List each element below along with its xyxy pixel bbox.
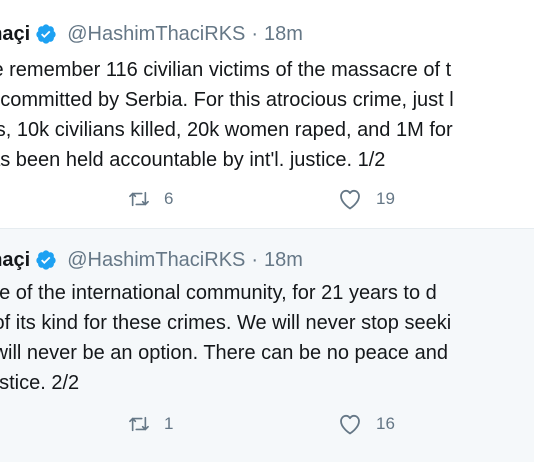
tweet-text-line: y will never be an option. There can be … (0, 342, 448, 364)
author-name[interactable]: Thaçi (0, 249, 30, 272)
tweet-text: we remember 116 civilian victims of the … (0, 55, 534, 175)
author-handle[interactable]: @HashimThaciRKS (67, 249, 245, 272)
tweet-text-line: e, committed by Serbia. For this atrocio… (0, 89, 454, 111)
separator-dot: · (251, 22, 259, 45)
separator-dot: · (251, 248, 259, 271)
heart-icon (338, 188, 362, 210)
retweet-button[interactable]: 6 (128, 189, 173, 209)
tweet-2[interactable]: Thaçi @HashimThaciRKS · 18m nce of the i… (0, 229, 534, 462)
tweet-text: nce of the international community, for … (0, 278, 534, 398)
like-count: 19 (376, 189, 395, 208)
author-name[interactable]: Thaçi (0, 23, 30, 46)
retweet-button[interactable]: 1 (128, 414, 173, 434)
retweet-icon (128, 414, 150, 434)
verified-badge-icon (35, 249, 57, 271)
timestamp[interactable]: 18m (264, 23, 303, 46)
like-button[interactable]: 16 (338, 413, 395, 435)
author-handle[interactable]: @HashimThaciRKS (67, 23, 245, 46)
tweet-text-line: y of its kind for these crimes. We will … (0, 312, 452, 334)
tweet-1[interactable]: Thaçi @HashimThaciRKS · 18m we remember … (0, 0, 534, 229)
retweet-count: 6 (164, 189, 174, 208)
heart-icon (338, 413, 362, 435)
timeline: Thaçi @HashimThaciRKS · 18m we remember … (0, 0, 534, 462)
tweet-actions: 6 19 (128, 184, 395, 214)
tweet-header: Thaçi @HashimThaciRKS · 18m (0, 18, 303, 50)
like-count: 16 (376, 414, 395, 433)
timestamp[interactable]: 18m (264, 249, 303, 272)
tweet-header: Thaçi @HashimThaciRKS · 18m (0, 244, 303, 276)
verified-badge-icon (35, 23, 57, 45)
retweet-count: 1 (164, 414, 174, 433)
tweet-text-line: nce of the international community, for … (0, 282, 437, 304)
like-button[interactable]: 19 (338, 188, 395, 210)
tweet-text-line: res, 10k civilians killed, 20k women rap… (0, 119, 453, 141)
tweet-text-line: has been held accountable by int'l. just… (0, 149, 386, 171)
tweet-actions: 1 16 (128, 409, 395, 439)
retweet-icon (128, 189, 150, 209)
tweet-text-line: justice. 2/2 (0, 372, 80, 394)
tweet-text-line: we remember 116 civilian victims of the … (0, 59, 452, 81)
